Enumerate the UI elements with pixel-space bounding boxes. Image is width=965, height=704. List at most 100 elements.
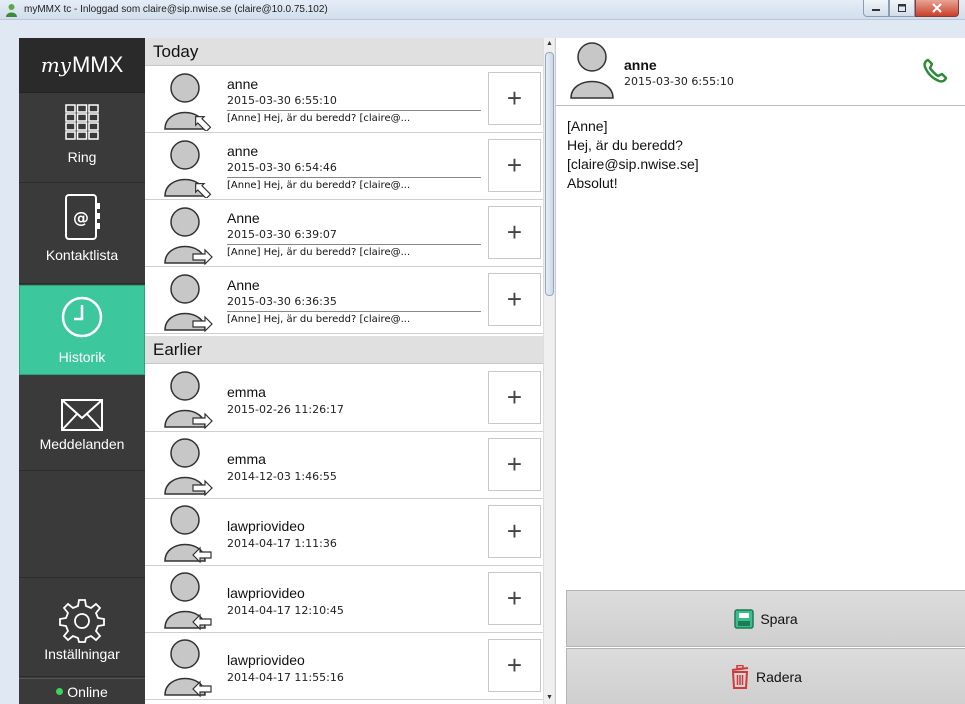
avatar-incoming-icon [164, 140, 212, 198]
maximize-icon [898, 4, 906, 12]
history-row[interactable]: anne 2015-03-30 6:55:10 [Anne] Hej, är d… [145, 67, 543, 133]
avatar-outgoing-icon [164, 371, 213, 429]
add-contact-button[interactable]: + [488, 438, 541, 491]
avatar-outgoing-icon [164, 207, 213, 265]
detail-header: anne 2015-03-30 6:55:10 [556, 38, 965, 106]
sidebar-item-label: Inställningar [44, 646, 120, 662]
section-header-earlier: Earlier [145, 336, 543, 364]
add-contact-button[interactable]: + [488, 139, 541, 192]
call-time: 2015-03-30 6:36:35 [227, 295, 337, 308]
section-header-today: Today [145, 38, 543, 66]
row-divider [227, 244, 481, 245]
sidebar-item-label: Ring [67, 149, 97, 165]
envelope-icon [61, 399, 103, 431]
contact-name: Anne [227, 210, 260, 226]
scroll-down-icon[interactable]: ▼ [544, 692, 555, 704]
contact-name: lawpriovideo [227, 652, 305, 668]
online-dot-icon [56, 688, 64, 695]
call-time: 2014-12-03 1:46:55 [227, 470, 337, 483]
sidebar-item-kontaktlista[interactable]: @ Kontaktlista [19, 183, 145, 284]
history-row[interactable]: Anne 2015-03-30 6:36:35 [Anne] Hej, är d… [145, 268, 543, 334]
clock-icon [61, 296, 103, 338]
message-preview: [Anne] Hej, är du beredd? [claire@... [227, 247, 411, 258]
avatar-incoming-icon [164, 639, 212, 697]
phone-call-icon[interactable] [922, 58, 948, 84]
presence-status[interactable]: Online [19, 678, 145, 704]
call-time: 2015-02-26 11:26:17 [227, 403, 344, 416]
message-preview: [Anne] Hej, är du beredd? [claire@... [227, 180, 411, 191]
add-contact-button[interactable]: + [488, 572, 541, 625]
history-scrollbar[interactable]: ▲ ▼ [543, 38, 554, 704]
sidebar-item-label: Historik [58, 349, 106, 365]
row-divider [227, 177, 481, 178]
history-row[interactable]: lawpriovideo 2014-04-17 12:10:45 + [145, 567, 543, 633]
contact-name: emma [227, 451, 266, 467]
add-contact-button[interactable]: + [488, 371, 541, 424]
delete-button[interactable]: Radera [566, 648, 965, 704]
add-contact-button[interactable]: + [488, 505, 541, 558]
call-time: 2015-03-30 6:39:07 [227, 228, 337, 241]
sidebar: my MMX Ring @ Kontaktlista Historik Medd… [19, 38, 145, 704]
avatar-outgoing-icon [164, 274, 213, 332]
detail-time: 2015-03-30 6:55:10 [624, 75, 734, 88]
scroll-up-icon[interactable]: ▲ [544, 38, 555, 50]
logo-prefix: my [40, 53, 71, 77]
minimize-icon [872, 9, 880, 11]
call-time: 2014-04-17 12:10:45 [227, 604, 344, 617]
close-button[interactable] [915, 0, 959, 17]
add-contact-button[interactable]: + [488, 273, 541, 326]
history-row[interactable]: lawpriovideo 2014-04-17 1:11:36 + [145, 500, 543, 566]
sidebar-item-meddelanden[interactable]: Meddelanden [19, 376, 145, 471]
history-row[interactable]: Anne 2015-03-30 6:39:07 [Anne] Hej, är d… [145, 201, 543, 267]
history-list: Today anne 2015-03-30 6:55:10 [Anne] Hej… [145, 38, 543, 704]
contact-name: Anne [227, 277, 260, 293]
contact-name: emma [227, 384, 266, 400]
message-line: Hej, är du beredd? [567, 137, 683, 153]
close-icon [932, 3, 942, 13]
logo-text: MMX [71, 52, 124, 77]
call-time: 2015-03-30 6:55:10 [227, 94, 337, 107]
save-button[interactable]: Spara [566, 590, 965, 647]
message-line: Absolut! [567, 175, 618, 191]
contact-name: lawpriovideo [227, 518, 305, 534]
sidebar-item-historik[interactable]: Historik [19, 285, 145, 375]
call-time: 2015-03-30 6:54:46 [227, 161, 337, 174]
contact-name: anne [227, 76, 259, 92]
app-logo: my MMX [19, 38, 145, 93]
detail-contact-name: anne [624, 57, 657, 73]
trash-icon [731, 664, 749, 689]
add-contact-button[interactable]: + [488, 72, 541, 125]
sidebar-item-installningar[interactable]: Inställningar [19, 577, 145, 677]
detail-pane: anne 2015-03-30 6:55:10 [Anne] Hej, är d… [555, 38, 965, 704]
history-row[interactable]: anne 2015-03-30 6:54:46 [Anne] Hej, är d… [145, 134, 543, 200]
call-time: 2014-04-17 1:11:36 [227, 537, 337, 550]
scroll-thumb[interactable] [545, 52, 554, 296]
contact-name: anne [227, 143, 259, 159]
window-title: myMMX tc - Inloggad som claire@sip.nwise… [24, 4, 328, 15]
sidebar-item-ring[interactable]: Ring [19, 93, 145, 183]
maximize-button[interactable] [889, 0, 915, 17]
history-row[interactable]: emma 2015-02-26 11:26:17 + [145, 366, 543, 432]
avatar-incoming-icon [164, 73, 212, 131]
row-divider [227, 110, 481, 111]
message-preview: [Anne] Hej, är du beredd? [claire@... [227, 113, 411, 124]
window-titlebar: myMMX tc - Inloggad som claire@sip.nwise… [0, 0, 965, 20]
save-label: Spara [760, 610, 798, 627]
save-icon [734, 608, 755, 629]
history-row[interactable]: lawpriovideo 2014-04-17 11:55:16 + [145, 634, 543, 700]
add-contact-button[interactable]: + [488, 639, 541, 692]
add-contact-button[interactable]: + [488, 206, 541, 259]
message-body: [Anne] Hej, är du beredd? [claire@sip.nw… [567, 117, 699, 193]
delete-label: Radera [756, 668, 802, 685]
history-row[interactable]: emma 2014-12-03 1:46:55 + [145, 433, 543, 499]
contacts-book-icon: @ [65, 194, 100, 240]
avatar-outgoing-icon [164, 438, 213, 496]
gear-icon [59, 599, 105, 643]
message-line: [Anne] [567, 118, 608, 134]
sidebar-item-label: Kontaktlista [45, 247, 119, 263]
dialpad-icon [65, 104, 99, 140]
status-text: Online [67, 683, 108, 700]
avatar-incoming-icon [164, 572, 212, 630]
minimize-button[interactable] [863, 0, 889, 17]
window-controls [863, 0, 959, 18]
